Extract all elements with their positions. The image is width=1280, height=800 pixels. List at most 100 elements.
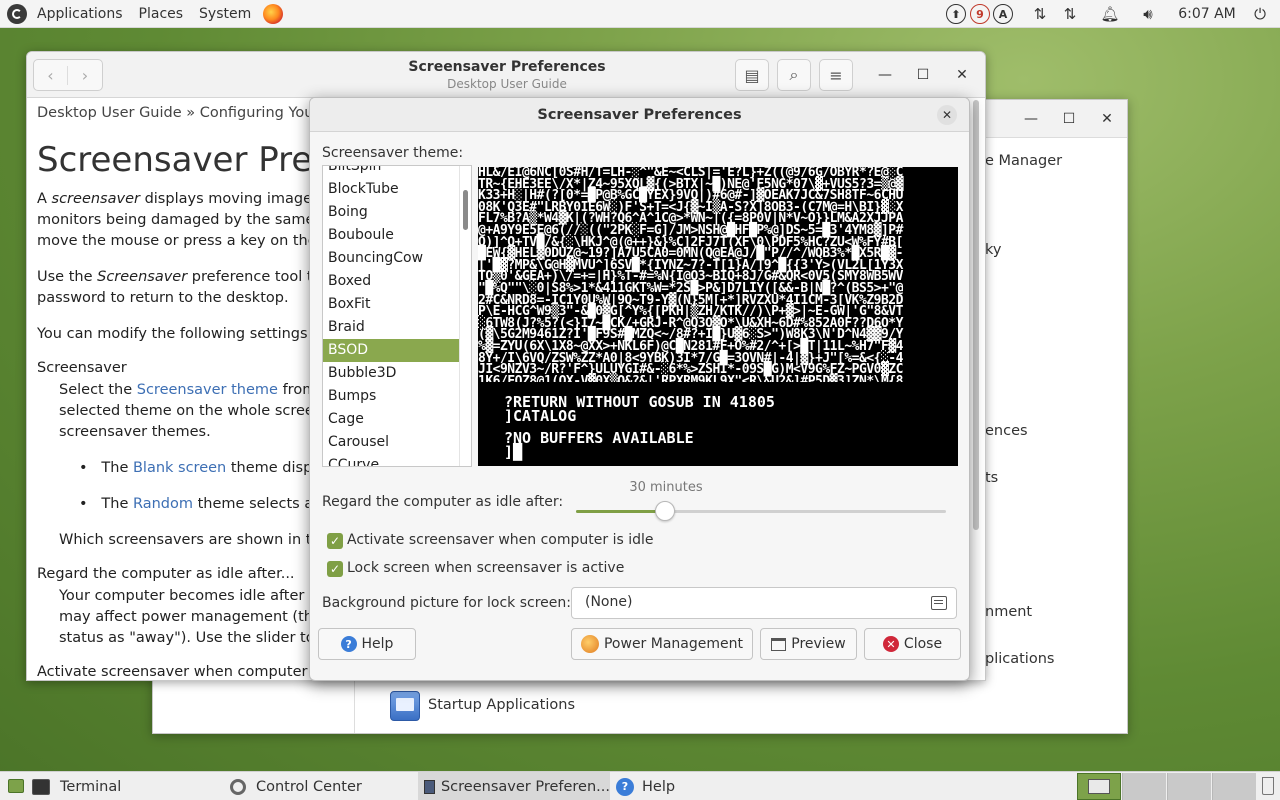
places-menu[interactable]: Places xyxy=(131,0,192,28)
cc-item-startup-applications[interactable]: Startup Applications xyxy=(428,697,575,713)
dialog-close-icon[interactable]: ✕ xyxy=(937,105,957,125)
workspace-2[interactable] xyxy=(1122,773,1166,800)
search-icon[interactable]: ⌕ xyxy=(777,59,811,91)
theme-item[interactable]: BlockTube xyxy=(323,178,471,201)
help-title: Screensaver Preferences xyxy=(408,59,606,75)
accessibility-icon[interactable]: A xyxy=(993,0,1013,28)
cc-item-file-manager[interactable]: e Manager xyxy=(985,153,1062,169)
help-icon: ? xyxy=(340,636,357,652)
theme-item[interactable]: BSOD xyxy=(323,339,471,362)
theme-list-scroll-thumb[interactable] xyxy=(463,190,468,230)
bell-icon[interactable]: 🔔︎ xyxy=(1100,0,1120,28)
dialog-title: Screensaver Preferences xyxy=(537,107,742,123)
firefox-icon[interactable] xyxy=(263,3,284,24)
para3: You can modify the following settings: xyxy=(37,326,313,342)
preview-button[interactable]: Preview xyxy=(760,628,857,660)
preview-noise-line: 1K6/FQZ8@1(QX-V▓0X▒Q&?&|'RPXRM9KL9X"<R\&… xyxy=(478,373,903,382)
theme-item[interactable]: BoxFit xyxy=(323,293,471,316)
bg-picture-chooser[interactable]: (None) xyxy=(571,587,957,619)
screensaver-theme-link[interactable]: Screensaver theme xyxy=(137,382,278,398)
preview-noise: HL&/EI@6NC[0S#H/T=LH-░^"&E~<CLS|='E?L}+Z… xyxy=(478,167,958,382)
cc-item-applications[interactable]: plications xyxy=(985,651,1054,667)
update-icon[interactable]: ⬆ xyxy=(946,0,966,28)
cc-minimize-icon[interactable]: — xyxy=(1018,106,1044,132)
activate-checkbox[interactable]: ✓ xyxy=(327,533,343,549)
task-control-center[interactable]: Control Center xyxy=(230,772,415,800)
folder-icon[interactable] xyxy=(931,596,947,610)
theme-item[interactable]: BlitSpin xyxy=(323,166,471,178)
applications-menu[interactable]: Applications xyxy=(29,0,131,28)
blank-screen-link[interactable]: Blank screen xyxy=(133,460,226,476)
mate-logo-icon[interactable] xyxy=(7,3,27,24)
theme-list[interactable]: BlitSpin BlockTube Boing Bouboule BouncingCo… xyxy=(322,165,472,467)
bg-value: (None) xyxy=(585,594,633,610)
system-menu[interactable]: System xyxy=(191,0,259,28)
breadcrumb[interactable]: Desktop User Guide » Configuring Your D xyxy=(37,103,335,124)
theme-item[interactable]: Bouboule xyxy=(323,224,471,247)
help-minimize-icon[interactable]: — xyxy=(872,62,898,88)
menu-icon[interactable]: ≡ xyxy=(819,59,853,91)
power-icon[interactable]: ⏻ xyxy=(1250,0,1270,28)
notification-badge[interactable]: 9 xyxy=(970,0,990,28)
network-icon[interactable]: ⇅ xyxy=(1030,0,1050,28)
idle-slider-thumb[interactable] xyxy=(654,501,675,521)
random-link[interactable]: Random xyxy=(133,496,193,512)
show-desktop-icon[interactable] xyxy=(8,779,24,793)
def2-line3: status as "away"). Use the slider to se xyxy=(59,630,336,646)
bullet-blank: • The Blank screen theme displays xyxy=(79,460,342,476)
theme-item[interactable]: Carousel xyxy=(323,431,471,454)
theme-list-scrollbar[interactable] xyxy=(459,166,471,466)
screensaver-dialog: Screensaver Preferences ✕ Screensaver th… xyxy=(309,97,970,681)
lock-checkbox[interactable]: ✓ xyxy=(327,561,343,577)
cc-item-preferences[interactable]: ences xyxy=(985,423,1028,439)
workspace-1[interactable] xyxy=(1077,773,1121,800)
lock-label[interactable]: Lock screen when screensaver is active xyxy=(347,560,624,576)
def1-line1: Select the Screensaver theme from th xyxy=(59,382,336,398)
help-scrollbar[interactable] xyxy=(973,100,979,530)
cc-item-hotkey[interactable]: ky xyxy=(985,242,1001,258)
help-header: ‹ › Screensaver Preferences Desktop User… xyxy=(27,52,985,98)
term-activate: Activate screensaver when computer is id… xyxy=(37,664,355,680)
vpn-icon[interactable]: ⇅ xyxy=(1060,0,1080,28)
def2-line2: may affect power management (the n xyxy=(59,609,336,625)
preview-line-2: ]CATALOG xyxy=(504,407,577,425)
para1-line1: A screensaver displays moving images or xyxy=(37,191,339,207)
activate-label[interactable]: Activate screensaver when computer is id… xyxy=(347,532,653,548)
back-icon[interactable]: ‹ xyxy=(34,65,69,85)
cc-item-shortcuts[interactable]: ts xyxy=(985,470,998,486)
theme-item[interactable]: Bumps xyxy=(323,385,471,408)
theme-preview: HL&/EI@6NC[0S#H/T=LH-░^"&E~<CLS|='E?L}+Z… xyxy=(478,167,958,466)
def1-line2: selected theme on the whole screen. xyxy=(59,403,328,419)
help-close-icon[interactable]: ✕ xyxy=(949,62,975,88)
help-maximize-icon[interactable]: ☐ xyxy=(910,62,936,88)
cc-item-environment[interactable]: nment xyxy=(985,604,1032,620)
cc-close-icon[interactable]: ✕ xyxy=(1094,106,1120,132)
idle-label: Regard the computer as idle after: xyxy=(322,494,564,510)
theme-label: Screensaver theme: xyxy=(322,145,464,161)
screensaver-icon xyxy=(424,779,435,794)
power-management-button[interactable]: Power Management xyxy=(571,628,753,660)
theme-item[interactable]: Boxed xyxy=(323,270,471,293)
theme-item[interactable]: BouncingCow xyxy=(323,247,471,270)
close-button[interactable]: ✕ Close xyxy=(864,628,961,660)
task-terminal[interactable]: Terminal xyxy=(32,772,222,800)
theme-item[interactable]: Braid xyxy=(323,316,471,339)
theme-item[interactable]: Cage xyxy=(323,408,471,431)
task-screensaver-preferences[interactable]: Screensaver Preferen... xyxy=(418,772,610,800)
forward-icon[interactable]: › xyxy=(68,66,102,85)
workspace-4[interactable] xyxy=(1212,773,1256,800)
idle-slider[interactable] xyxy=(576,501,946,521)
workspace-3[interactable] xyxy=(1167,773,1211,800)
theme-item[interactable]: Boing xyxy=(323,201,471,224)
clock[interactable]: 6:07 AM xyxy=(1172,0,1242,28)
task-help[interactable]: ? Help xyxy=(616,772,766,800)
theme-item[interactable]: CCurve xyxy=(323,454,471,466)
bookmarks-icon[interactable]: ▤ xyxy=(735,59,769,91)
cc-maximize-icon[interactable]: ☐ xyxy=(1056,106,1082,132)
volume-icon[interactable]: 🔊︎ xyxy=(1138,0,1158,28)
top-panel: Applications Places System ⬆ 9 A ⇅ ⇅ 🔔︎ … xyxy=(0,0,1280,28)
startup-applications-icon[interactable] xyxy=(390,691,420,721)
help-button[interactable]: ? Help xyxy=(318,628,416,660)
trash-icon[interactable] xyxy=(1262,777,1274,795)
theme-item[interactable]: Bubble3D xyxy=(323,362,471,385)
